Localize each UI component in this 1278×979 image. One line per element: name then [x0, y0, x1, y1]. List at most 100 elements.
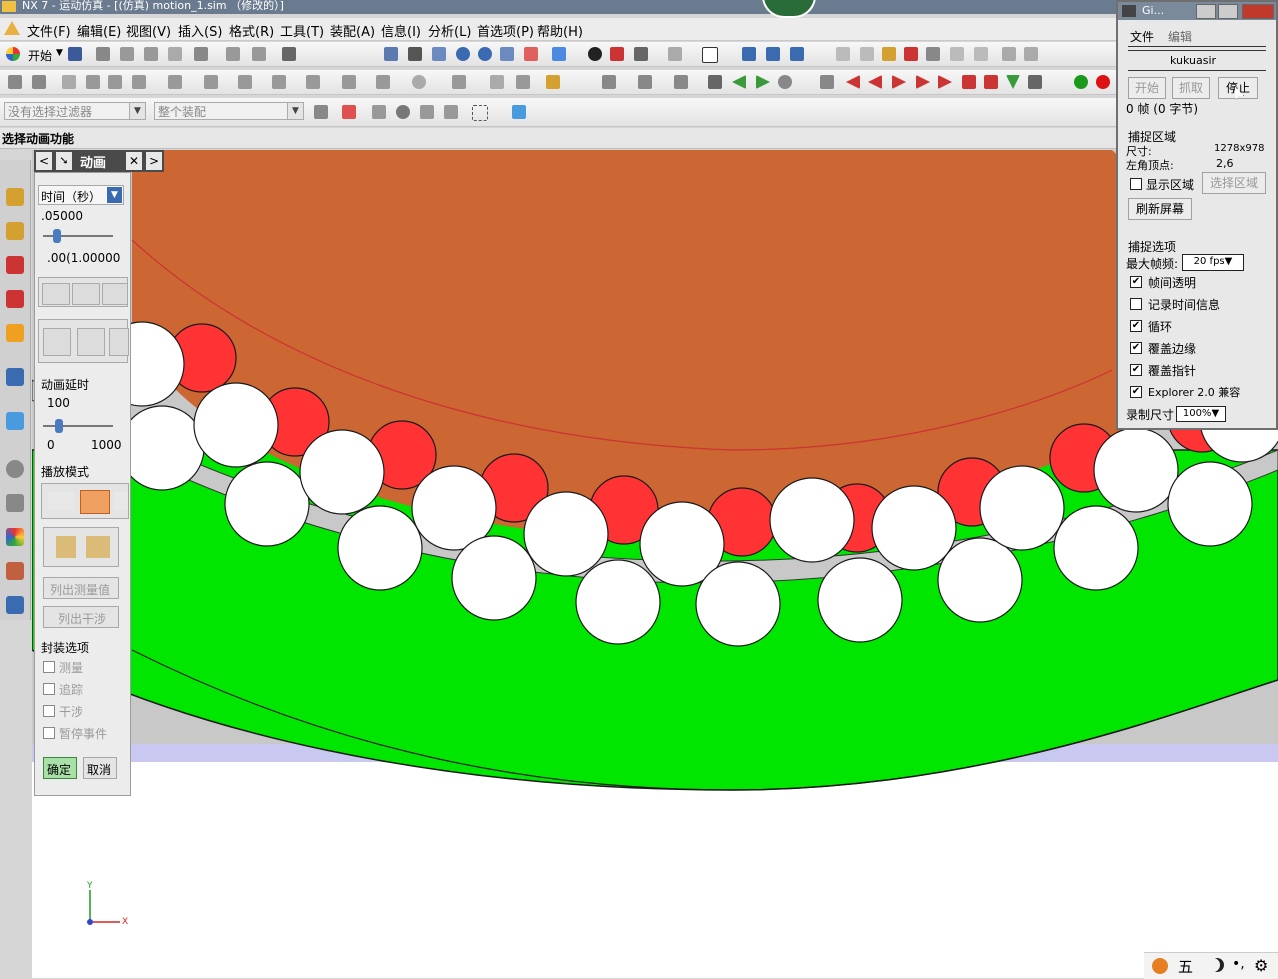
assembly-navigator-icon[interactable] — [314, 105, 328, 119]
motion-joint-icon[interactable] — [904, 47, 918, 61]
command-finder-icon[interactable] — [282, 47, 296, 61]
time-slider-thumb[interactable] — [53, 229, 61, 243]
web-browser-icon[interactable] — [6, 412, 24, 430]
snapshot-edit-icon[interactable] — [77, 328, 105, 356]
ping-pong-icon[interactable] — [114, 492, 128, 510]
pause-event-checkbox[interactable] — [43, 727, 55, 739]
torque-icon[interactable] — [376, 75, 390, 89]
zoom-window-icon[interactable] — [432, 47, 446, 61]
view-orient-icon[interactable] — [668, 47, 682, 61]
capture-option-checkbox[interactable]: ✔ — [1130, 276, 1142, 288]
selection-filter-combo[interactable]: 没有选择过滤器 ▼ — [4, 102, 146, 120]
assembly-navigator-icon[interactable] — [6, 256, 24, 274]
capture-grab-button[interactable]: 抓取 — [1172, 77, 1210, 99]
next-tab-icon[interactable]: > — [146, 152, 162, 170]
constraint-navigator-icon[interactable] — [6, 290, 24, 308]
measure-motion-icon[interactable] — [638, 75, 652, 89]
trace-point-icon[interactable] — [56, 536, 76, 558]
trace-icon[interactable] — [674, 75, 688, 89]
menu-file[interactable]: 文件(F) — [27, 21, 71, 40]
contact-icon[interactable] — [272, 75, 286, 89]
link-icon[interactable] — [86, 75, 100, 89]
menu-preferences[interactable]: 首选项(P) — [477, 21, 534, 40]
punctuation-icon[interactable]: •, — [1232, 956, 1245, 972]
packaging-icon[interactable] — [602, 75, 616, 89]
part-color-icon[interactable] — [610, 47, 624, 61]
motion-navigator-icon[interactable] — [6, 222, 24, 240]
history-icon[interactable] — [6, 460, 24, 478]
moon-icon[interactable] — [1206, 958, 1220, 972]
fast-forward-icon[interactable] — [102, 283, 128, 305]
max-fps-select[interactable]: 20 fps▼ — [1182, 254, 1244, 271]
rectangle-select-icon[interactable] — [472, 105, 488, 121]
finish-icon[interactable] — [1006, 75, 1020, 89]
wcs-origin-icon[interactable] — [790, 47, 804, 61]
ime-indicator[interactable]: 五 — [1178, 956, 1193, 977]
menu-format[interactable]: 格式(R) — [229, 21, 274, 40]
process-studio-icon[interactable] — [6, 528, 24, 546]
system-scene-icon[interactable] — [6, 596, 24, 614]
rewind-icon[interactable] — [846, 75, 860, 89]
cut-gray-icon[interactable] — [252, 47, 266, 61]
minimize-icon[interactable] — [1196, 4, 1216, 19]
driver-icon[interactable] — [452, 75, 466, 89]
measure-checkbox[interactable] — [43, 661, 55, 673]
select-icon[interactable] — [950, 47, 964, 61]
delay-slider[interactable] — [43, 425, 113, 427]
menu-insert[interactable]: 插入(S) — [178, 21, 222, 40]
flag-icon[interactable] — [1028, 75, 1042, 89]
pan-icon[interactable] — [500, 47, 514, 61]
function-manager-icon[interactable] — [62, 75, 76, 89]
render-style-icon[interactable] — [588, 47, 602, 61]
capture-menu-file[interactable]: 文件 — [1130, 28, 1154, 45]
settings-gear-icon[interactable]: ⚙ — [1254, 956, 1268, 975]
chevron-down-icon[interactable]: ▼ — [129, 103, 145, 119]
list-measure-button[interactable]: 列出测量值 — [43, 577, 119, 599]
wcs-dynamic-icon[interactable] — [766, 47, 780, 61]
capture-option-checkbox[interactable]: ✔ — [1130, 342, 1142, 354]
roles-icon[interactable] — [6, 562, 24, 580]
capture-option-checkbox[interactable]: ✔ — [1130, 320, 1142, 332]
start-button[interactable]: 开始 — [28, 47, 52, 64]
reverse-icon[interactable] — [372, 105, 386, 119]
graph-icon[interactable] — [546, 75, 560, 89]
record-red-icon[interactable] — [1096, 75, 1110, 89]
new-simulation-icon[interactable] — [8, 75, 22, 89]
pin-icon[interactable]: ➘ — [56, 152, 72, 170]
distance-icon[interactable] — [1002, 47, 1016, 61]
menu-assembly[interactable]: 装配(A) — [330, 21, 375, 40]
snap-settings-icon[interactable] — [342, 105, 356, 119]
part-navigator-icon[interactable] — [6, 324, 24, 342]
snapshot-delete-icon[interactable] — [109, 328, 129, 356]
start-icon[interactable] — [6, 47, 20, 61]
export-icon[interactable] — [820, 75, 834, 89]
paste-icon[interactable] — [144, 47, 158, 61]
save-icon[interactable] — [68, 47, 82, 61]
rotate-icon[interactable] — [478, 47, 492, 61]
angle-icon[interactable] — [1024, 47, 1038, 61]
pause-icon[interactable] — [962, 75, 976, 89]
snapshot-icon[interactable] — [43, 328, 71, 356]
play-icon[interactable] — [892, 75, 906, 89]
menu-analysis[interactable]: 分析(L) — [428, 21, 471, 40]
loop-icon[interactable] — [778, 75, 792, 89]
zoom-in-icon[interactable] — [456, 47, 470, 61]
assembly-scope-combo[interactable]: 整个装配 ▼ — [154, 102, 304, 120]
menu-edit[interactable]: 编辑(E) — [77, 21, 121, 40]
marker-icon[interactable] — [306, 75, 320, 89]
component-select-icon[interactable] — [444, 105, 458, 119]
paw-icon[interactable] — [1152, 958, 1168, 974]
chevron-down-icon[interactable]: ▼ — [107, 187, 122, 203]
reuse-library-icon[interactable] — [6, 368, 24, 386]
menu-view[interactable]: 视图(V) — [126, 21, 171, 40]
ok-button[interactable]: 确定 — [43, 757, 77, 779]
loop-mode-icon[interactable] — [80, 490, 110, 514]
time-unit-select[interactable]: 时间（秒） ▼ — [38, 185, 124, 205]
view-cube-icon[interactable] — [512, 105, 526, 119]
chevron-down-icon[interactable]: ▼ — [287, 103, 303, 119]
constraint-icon[interactable] — [412, 75, 426, 89]
delay-slider-thumb[interactable] — [55, 419, 63, 433]
analysis-icon[interactable] — [860, 47, 874, 61]
trace-checkbox[interactable] — [43, 683, 55, 695]
solver-icon[interactable] — [490, 75, 504, 89]
